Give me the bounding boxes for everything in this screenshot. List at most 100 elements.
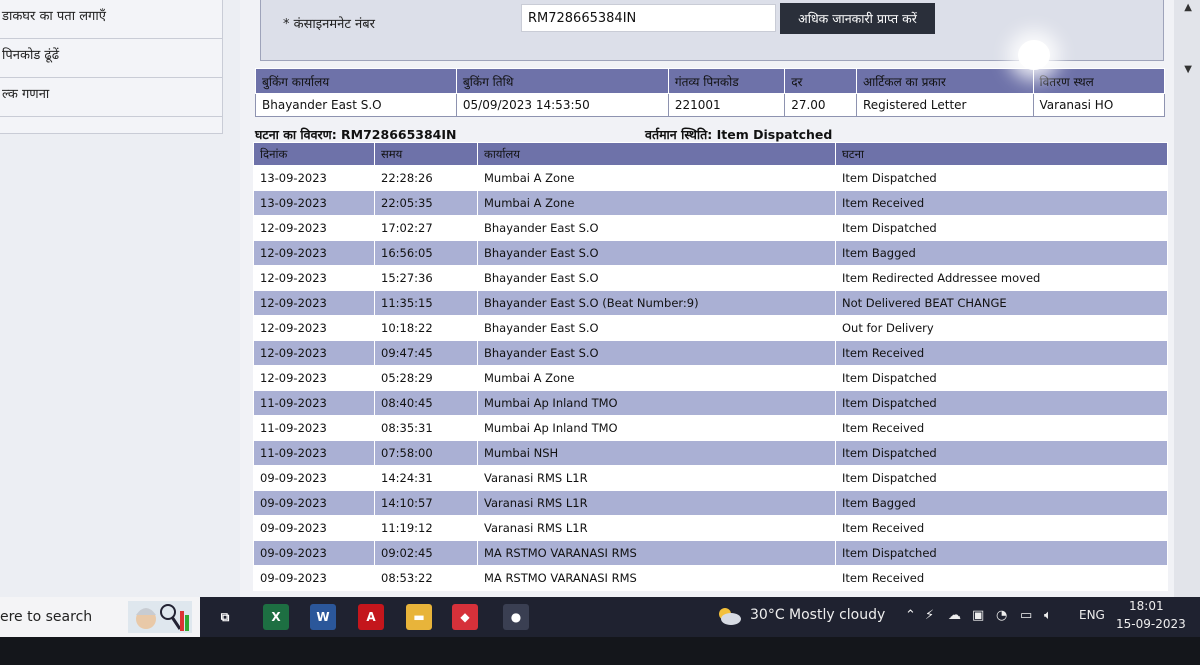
event-description-cell: Item Dispatched: [835, 365, 1168, 391]
weather-cloudy-icon: [719, 608, 741, 625]
volume-icon[interactable]: 🔈︎: [1044, 608, 1052, 623]
event-office-cell: Mumbai NSH: [477, 440, 836, 466]
event-description-cell: Item Dispatched: [835, 440, 1168, 466]
event-description-cell: Out for Delivery: [835, 315, 1168, 341]
booking-office-cell: Bhayander East S.O: [255, 93, 457, 117]
scroll-up-arrow-icon[interactable]: ▲: [1184, 2, 1192, 13]
event-office-cell: Bhayander East S.O: [477, 265, 836, 291]
table-row: 11-09-2023 07:58:00 Mumbai NSH Item Dispatc…: [253, 440, 1168, 466]
monitor-bezel: [0, 637, 1200, 665]
taskbar-search-text: ere to search: [0, 609, 93, 625]
chrome-icon[interactable]: ●: [503, 604, 529, 630]
taskbar-search-box[interactable]: ere to search: [0, 597, 200, 637]
table-row: 12-09-2023 17:02:27 Bhayander East S.O Item…: [253, 215, 1168, 241]
event-time-cell: 15:27:36: [374, 265, 478, 291]
anydesk-icon[interactable]: ◆: [452, 604, 478, 630]
booking-date-cell: 05/09/2023 14:53:50: [455, 93, 669, 117]
event-date-cell: 09-09-2023: [253, 515, 375, 541]
office-column-header: कार्यालय: [477, 142, 836, 166]
event-date-cell: 12-09-2023: [253, 315, 375, 341]
event-details-header: घटना का विवरण: RM728665384IN वर्तमान स्थ…: [255, 126, 1165, 142]
event-date-cell: 09-09-2023: [253, 465, 375, 491]
battery-icon[interactable]: ▭: [1020, 608, 1032, 623]
event-office-cell: Bhayander East S.O: [477, 215, 836, 241]
show-hidden-icons-chevron-icon[interactable]: ⌃: [905, 608, 916, 623]
destination-pincode-header: गंतव्य पिनकोड: [667, 68, 786, 94]
booking-header-row: बुकिंग कार्यालय बुकिंग तिथि गंतव्य पिनको…: [255, 68, 1166, 94]
event-description-cell: Item Dispatched: [835, 465, 1168, 491]
table-row: 09-09-2023 14:10:57 Varanasi RMS L1R Item B…: [253, 490, 1168, 516]
network-icon[interactable]: ⚡: [925, 608, 934, 623]
event-time-cell: 05:28:29: [374, 365, 478, 391]
booking-row: Bhayander East S.O 05/09/2023 14:53:50 2…: [255, 93, 1166, 117]
event-description-cell: Item Dispatched: [835, 215, 1168, 241]
event-office-cell: Varanasi RMS L1R: [477, 490, 836, 516]
event-office-cell: Mumbai A Zone: [477, 165, 836, 191]
clock-date[interactable]: 15-09-2023: [1116, 617, 1186, 631]
event-description-cell: Not Delivered BEAT CHANGE: [835, 290, 1168, 316]
table-row: 09-09-2023 09:02:45 MA RSTMO VARANASI RMS I…: [253, 540, 1168, 566]
table-row: 12-09-2023 15:27:36 Bhayander East S.O Item…: [253, 265, 1168, 291]
nav-item-find-pincode[interactable]: पिनकोड ढूंढें: [0, 39, 222, 78]
nav-item-locate-post-office[interactable]: डाकघर का पता लगाएँ: [0, 0, 222, 39]
event-office-cell: Bhayander East S.O: [477, 340, 836, 366]
event-time-cell: 09:47:45: [374, 340, 478, 366]
search-highlight-icon: [128, 601, 192, 633]
weather-text[interactable]: 30°C Mostly cloudy: [750, 607, 885, 623]
event-office-cell: Varanasi RMS L1R: [477, 515, 836, 541]
table-row: 12-09-2023 10:18:22 Bhayander East S.O Out …: [253, 315, 1168, 341]
date-column-header: दिनांक: [253, 142, 375, 166]
wifi-icon[interactable]: ◔: [996, 608, 1007, 623]
tariff-header: दर: [784, 68, 857, 94]
table-row: 11-09-2023 08:40:45 Mumbai Ap Inland TMO It…: [253, 390, 1168, 416]
event-date-cell: 12-09-2023: [253, 265, 375, 291]
word-icon[interactable]: W: [310, 604, 336, 630]
table-row: 13-09-2023 22:28:26 Mumbai A Zone Item Disp…: [253, 165, 1168, 191]
article-type-header: आर्टिकल का प्रकार: [855, 68, 1034, 94]
get-more-info-button[interactable]: अधिक जानकारी प्राप्त करें: [780, 3, 935, 34]
acrobat-icon[interactable]: A: [358, 604, 384, 630]
left-navigation: डाकघर का पता लगाएँ पिनकोड ढूंढें ल्क गणन…: [0, 0, 223, 134]
booking-office-header: बुकिंग कार्यालय: [255, 68, 457, 94]
event-time-cell: 16:56:05: [374, 240, 478, 266]
event-time-cell: 11:19:12: [374, 515, 478, 541]
tracking-events-table: दिनांक समय कार्यालय घटना 13-09-2023 22:28…: [253, 142, 1168, 591]
current-status: वर्तमान स्थिति: Item Dispatched: [645, 127, 833, 142]
onedrive-icon[interactable]: ☁: [948, 608, 961, 623]
event-description-cell: Item Bagged: [835, 240, 1168, 266]
event-description-cell: Item Received: [835, 415, 1168, 441]
event-description-cell: Item Redirected Addressee moved: [835, 265, 1168, 291]
excel-icon[interactable]: X: [263, 604, 289, 630]
table-row: 11-09-2023 08:35:31 Mumbai Ap Inland TMO It…: [253, 415, 1168, 441]
event-description-cell: Item Dispatched: [835, 390, 1168, 416]
scroll-down-arrow-icon[interactable]: ▼: [1184, 64, 1192, 75]
event-time-cell: 08:40:45: [374, 390, 478, 416]
event-details-title: घटना का विवरण: RM728665384IN: [255, 127, 457, 142]
consignment-number-input[interactable]: [521, 4, 776, 32]
file-explorer-icon[interactable]: ▬: [406, 604, 432, 630]
article-type-cell: Registered Letter: [855, 93, 1034, 117]
event-description-cell: Item Bagged: [835, 490, 1168, 516]
screenshot-icon[interactable]: ▣: [972, 608, 984, 623]
event-date-cell: 11-09-2023: [253, 440, 375, 466]
event-date-cell: 13-09-2023: [253, 190, 375, 216]
nav-item-postage-calculation[interactable]: ल्क गणना: [0, 78, 222, 117]
event-description-cell: Item Received: [835, 190, 1168, 216]
event-date-cell: 12-09-2023: [253, 340, 375, 366]
clock-time[interactable]: 18:01: [1129, 599, 1164, 613]
event-office-cell: Mumbai A Zone: [477, 190, 836, 216]
vertical-scrollbar[interactable]: ▲ ▼: [1174, 0, 1200, 597]
event-date-cell: 11-09-2023: [253, 415, 375, 441]
event-date-cell: 09-09-2023: [253, 540, 375, 566]
event-office-cell: MA RSTMO VARANASI RMS: [477, 565, 836, 591]
event-office-cell: Bhayander East S.O (Beat Number:9): [477, 290, 836, 316]
event-date-cell: 12-09-2023: [253, 290, 375, 316]
event-time-cell: 08:53:22: [374, 565, 478, 591]
table-row: 09-09-2023 08:53:22 MA RSTMO VARANASI RMS I…: [253, 565, 1168, 591]
event-date-cell: 11-09-2023: [253, 390, 375, 416]
table-row: 13-09-2023 22:05:35 Mumbai A Zone Item Rece…: [253, 190, 1168, 216]
event-office-cell: Mumbai A Zone: [477, 365, 836, 391]
language-indicator[interactable]: ENG: [1079, 608, 1105, 622]
task-view-icon[interactable]: ⧉: [212, 604, 238, 630]
event-date-cell: 12-09-2023: [253, 240, 375, 266]
